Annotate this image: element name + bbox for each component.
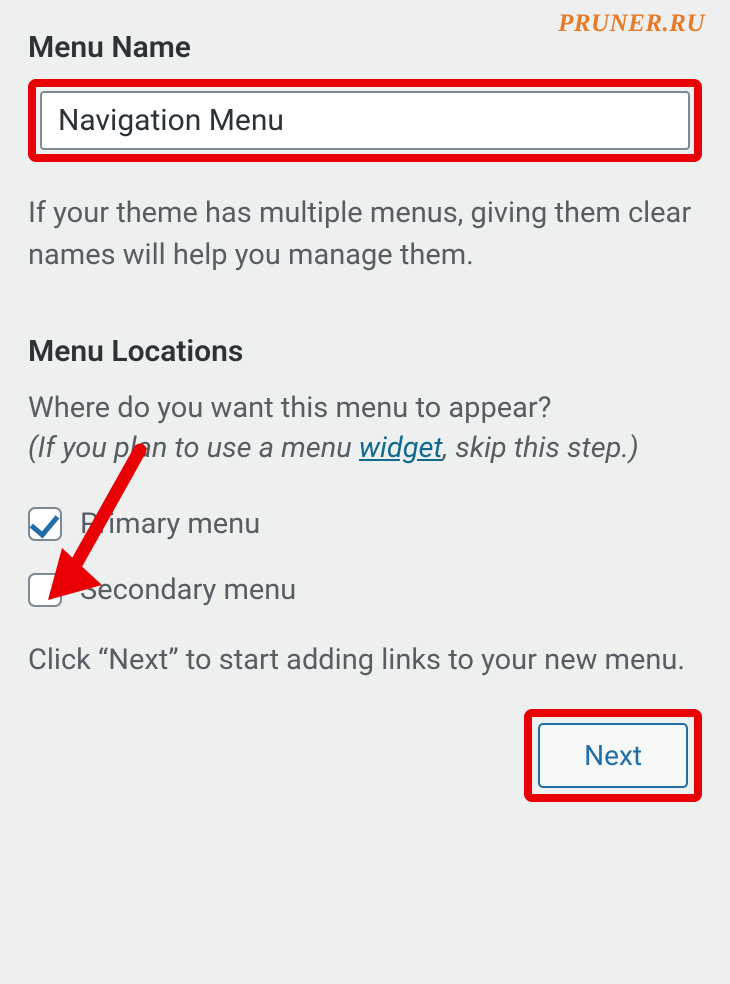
button-row: Next <box>28 709 702 802</box>
menu-name-input[interactable] <box>40 91 690 150</box>
next-instruction-text: Click “Next” to start adding links to yo… <box>28 639 702 681</box>
secondary-menu-label: Secondary menu <box>80 573 296 607</box>
next-button-highlight-box: Next <box>524 709 702 802</box>
next-button[interactable]: Next <box>538 723 688 788</box>
primary-menu-label: Primary menu <box>80 507 260 541</box>
menu-locations-hint: (If you plan to use a menu widget, skip … <box>28 431 702 465</box>
hint-suffix: , skip this step.) <box>443 431 639 465</box>
primary-menu-checkbox[interactable] <box>28 507 62 541</box>
primary-menu-option[interactable]: Primary menu <box>28 507 702 541</box>
watermark-text: PRUNER.RU <box>558 10 705 38</box>
secondary-menu-option[interactable]: Secondary menu <box>28 573 702 607</box>
menu-name-highlight-box <box>28 79 702 162</box>
hint-prefix: (If you plan to use a menu <box>28 431 359 465</box>
widget-link[interactable]: widget <box>359 431 443 465</box>
menu-locations-question: Where do you want this menu to appear? <box>28 391 702 425</box>
secondary-menu-checkbox[interactable] <box>28 573 62 607</box>
menu-locations-heading: Menu Locations <box>28 334 702 369</box>
menu-name-help-text: If your theme has multiple menus, giving… <box>28 192 702 276</box>
